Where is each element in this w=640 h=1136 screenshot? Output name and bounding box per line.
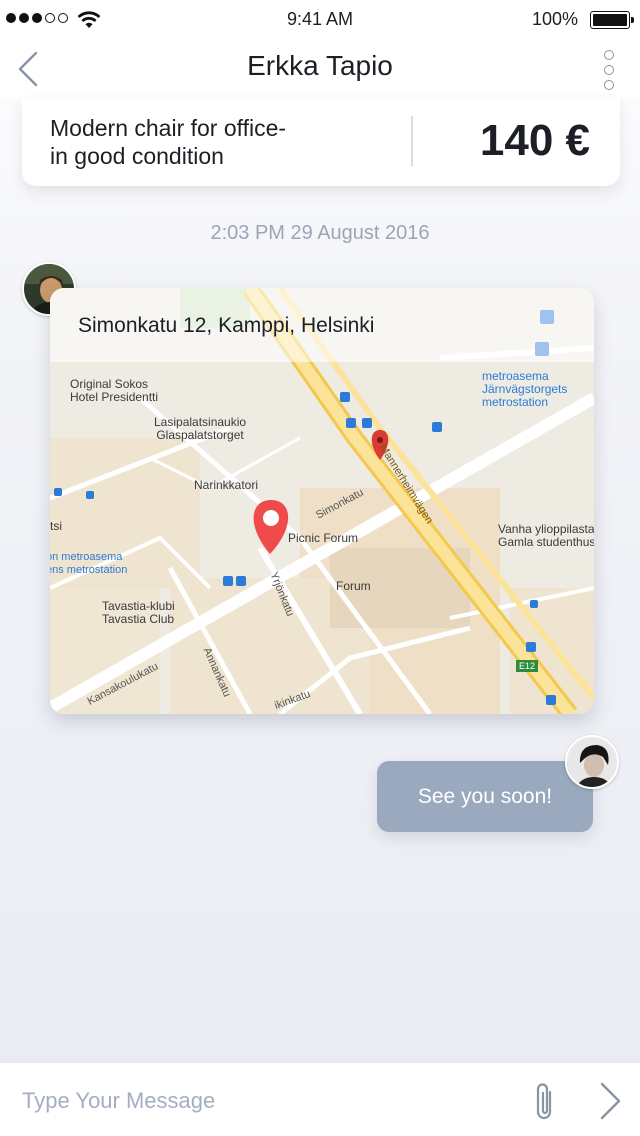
map-message[interactable]: Simonkatu 12, Kamppi, Helsinki Original … <box>50 288 594 714</box>
attach-button[interactable] <box>532 1080 558 1122</box>
message-input[interactable] <box>22 1085 502 1117</box>
battery-icon <box>590 11 634 29</box>
map-label: Forum <box>336 579 371 593</box>
map-address: Simonkatu 12, Kamppi, Helsinki <box>78 314 375 337</box>
map-label: Original Sokos Hotel Presidentti <box>70 377 159 404</box>
map-label: Picnic Forum <box>288 531 359 545</box>
paperclip-icon <box>536 1083 552 1120</box>
status-bar: 9:41 AM 100% <box>0 0 640 40</box>
contact-name: Erkka Tapio <box>247 50 393 81</box>
chevron-right-icon <box>600 1082 621 1120</box>
message-timestamp: 2:03 PM 29 August 2016 <box>210 222 430 244</box>
more-options-button[interactable] <box>602 50 616 90</box>
product-description: Modern chair for office- in good conditi… <box>50 114 350 170</box>
message-text: See you soon! <box>417 785 553 808</box>
map-label: E12 <box>519 661 536 671</box>
send-button[interactable] <box>596 1081 624 1121</box>
battery-percentage: 100% <box>531 9 578 29</box>
map-label: tsi <box>50 519 62 533</box>
avatar[interactable] <box>565 735 619 789</box>
map-label: Vanha ylioppilasta Gamla studenthus <box>498 522 594 549</box>
message-composer <box>0 1062 640 1136</box>
divider <box>411 116 413 166</box>
map-label: metroasema Järnvägstorgets metrostation <box>482 369 568 409</box>
product-description-line: in good condition <box>50 143 224 169</box>
user-avatar-image <box>567 737 617 787</box>
nav-bar: Erkka Tapio <box>0 40 640 98</box>
product-description-line: Modern chair for office- <box>50 115 287 141</box>
product-price: 140 € <box>479 116 590 165</box>
map-label: Narinkkatori <box>194 478 259 492</box>
more-vertical-icon <box>604 50 614 60</box>
map-label: Tavastia-klubi Tavastia Club <box>102 599 175 626</box>
map-label: on metroasema ens metrostation <box>50 551 128 576</box>
map-label: Lasipalatsinaukio Glaspalatstorget <box>154 415 247 442</box>
product-card[interactable]: Modern chair for office- in good conditi… <box>22 98 620 186</box>
outgoing-message-bubble[interactable]: See you soon! <box>377 761 593 832</box>
